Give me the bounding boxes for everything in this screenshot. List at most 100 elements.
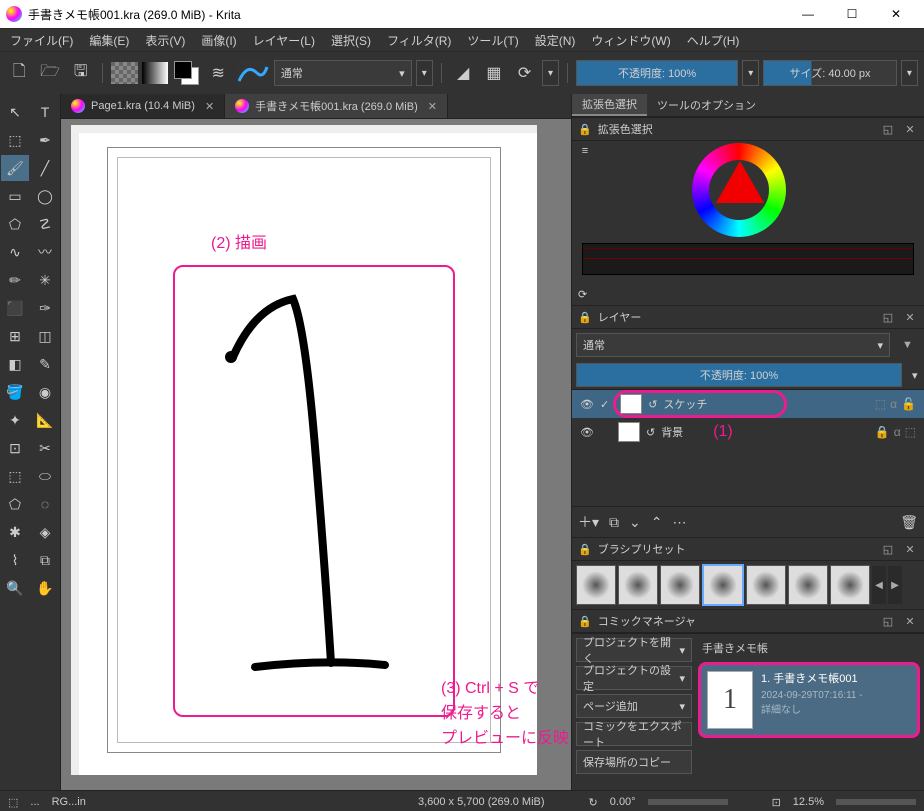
size-step-button[interactable]: ▾ (901, 60, 918, 86)
preset-5[interactable] (746, 565, 786, 605)
pan-tool[interactable]: ✋ (31, 575, 59, 601)
pattern-swatch[interactable] (111, 62, 138, 84)
visibility-icon[interactable]: 👁 (580, 426, 594, 439)
lock-icon[interactable]: 🔒 (875, 425, 890, 439)
status-zoom[interactable]: 12.5% (793, 796, 824, 808)
dock-tab-tool-options[interactable]: ツールのオプション (647, 94, 766, 116)
multibrush-tool[interactable]: ✳ (31, 267, 59, 293)
layer-opacity-slider[interactable]: 不透明度: 100% (576, 363, 902, 387)
bezier-tool[interactable]: ∿ (1, 239, 29, 265)
close-tab-icon[interactable]: ✕ (428, 100, 437, 113)
crop-tool[interactable]: ⬚ (1, 127, 29, 153)
comic-page-card[interactable]: 1 1. 手書きメモ帳001 2024-09-29T07:16:11 - 詳細な… (698, 662, 920, 738)
blend-mode-select[interactable]: 通常▾ (274, 60, 412, 86)
float-icon[interactable]: ◱ (880, 309, 896, 325)
lock-icon[interactable]: 🔒 (578, 123, 592, 136)
menu-select[interactable]: 選択(S) (325, 30, 377, 51)
rect-select-tool[interactable]: ⬚ (1, 463, 29, 489)
alpha-inherit-icon[interactable]: ⬚ (875, 397, 886, 411)
menu-help[interactable]: ヘルプ(H) (681, 30, 746, 51)
rotate-icon[interactable]: ↻ (589, 796, 598, 809)
color-history[interactable] (582, 243, 914, 275)
comic-copy-button[interactable]: 保存場所のコピー (576, 750, 692, 774)
add-layer-button[interactable]: ＋▾ (578, 512, 599, 532)
comic-open-button[interactable]: プロジェクトを開く▾ (576, 638, 692, 662)
comic-addpage-button[interactable]: ページ追加▾ (576, 694, 692, 718)
freehand-tool[interactable]: ✒ (31, 127, 59, 153)
menu-window[interactable]: ウィンドウ(W) (585, 30, 676, 51)
transform-tool[interactable]: T (31, 99, 59, 125)
fill-tool[interactable]: 🪣 (1, 379, 29, 405)
measure-tool[interactable]: 📐 (31, 407, 59, 433)
gradient-tool[interactable]: ◧ (1, 351, 29, 377)
polyline-tool[interactable]: ☡ (31, 211, 59, 237)
alpha-lock-icon[interactable]: α (894, 425, 901, 439)
ellipse-select-tool[interactable]: ⬭ (31, 463, 59, 489)
close-button[interactable]: ✕ (874, 0, 918, 28)
status-angle[interactable]: 0.00° (610, 796, 636, 808)
move-up-button[interactable]: ⌃ (651, 514, 663, 531)
smart-fill-tool[interactable]: ◉ (31, 379, 59, 405)
tab-page1[interactable]: Page1.kra (10.4 MiB) ✕ (61, 94, 225, 118)
alpha-lock-toggle[interactable]: ▦ (481, 59, 508, 87)
comic-export-button[interactable]: コミックをエクスポート (576, 722, 692, 746)
lock-icon[interactable]: 🔒 (578, 543, 592, 556)
poly-select-tool[interactable]: ⬠ (1, 491, 29, 517)
edit-shapes-tool[interactable]: ⬛ (1, 295, 29, 321)
bezier-select-tool[interactable]: ⌇ (1, 547, 29, 573)
brush-preview[interactable] (236, 59, 270, 87)
lock-icon[interactable]: 🔒 (578, 615, 592, 628)
properties-button[interactable]: ⋯ (673, 514, 687, 531)
eraser-toggle[interactable]: ◢ (450, 59, 477, 87)
preset-next-button[interactable]: ▶ (888, 566, 902, 604)
lasso-tool[interactable]: ◌ (31, 491, 59, 517)
rect-tool[interactable]: ▭ (1, 183, 29, 209)
canvas-viewport[interactable]: (2) 描画 (3) Ctrl + S で 保存すると プレビューに反映されまし… (61, 119, 571, 790)
save-button[interactable]: 🖫 (67, 59, 94, 87)
menu-image[interactable]: 画像(I) (195, 30, 242, 51)
preset-6[interactable] (788, 565, 828, 605)
layer-row-bg[interactable]: 👁 ↺ 背景 (1) 🔒α⬚ (572, 418, 924, 446)
menu-file[interactable]: ファイル(F) (4, 30, 79, 51)
pattern-edit-tool[interactable]: ◫ (31, 323, 59, 349)
opacity-step-button[interactable]: ▾ (906, 369, 924, 382)
color-selector[interactable]: ≡ (572, 141, 924, 283)
preset-7[interactable] (830, 565, 870, 605)
brush-settings-icon[interactable]: ≋ (205, 59, 232, 87)
maximize-button[interactable]: ☐ (830, 0, 874, 28)
layer-row-sketch[interactable]: 👁 ✓ ↺ スケッチ ⬚α🔓 (572, 390, 924, 418)
float-icon[interactable]: ◱ (880, 613, 896, 629)
blend-favorites-button[interactable]: ▾ (416, 60, 433, 86)
reload-preset-button[interactable]: ⟳ (511, 59, 538, 87)
preset-prev-button[interactable]: ◀ (872, 566, 886, 604)
menu-tools[interactable]: ツール(T) (461, 30, 524, 51)
preset-4[interactable] (702, 564, 744, 606)
contiguous-select-tool[interactable]: ✱ (1, 519, 29, 545)
close-tab-icon[interactable]: ✕ (205, 100, 214, 113)
layer-blend-select[interactable]: 通常▾ (576, 333, 890, 357)
freehand-path-tool[interactable]: 〰 (31, 239, 59, 265)
opacity-step-button[interactable]: ▾ (742, 60, 759, 86)
mirror-h-button[interactable]: ▾ (542, 60, 559, 86)
status-selection-icon[interactable]: ⬚ (8, 796, 18, 809)
minimize-button[interactable]: — (786, 0, 830, 28)
zoom-fit-icon[interactable]: ⊡ (772, 796, 781, 809)
float-icon[interactable]: ◱ (880, 541, 896, 557)
ellipse-tool[interactable]: ◯ (31, 183, 59, 209)
preset-1[interactable] (576, 565, 616, 605)
brush-size-slider[interactable]: サイズ: 40.00 px (763, 60, 896, 86)
new-file-button[interactable]: 🗋 (6, 59, 33, 87)
menu-edit[interactable]: 編集(E) (83, 30, 135, 51)
reference-tool[interactable]: ⊡ (1, 435, 29, 461)
visibility-icon[interactable]: 👁 (580, 398, 594, 411)
close-icon[interactable]: ✕ (902, 541, 918, 557)
calligraphy-tool[interactable]: ✑ (31, 295, 59, 321)
zoom-slider[interactable] (836, 799, 916, 805)
angle-slider[interactable] (648, 799, 728, 805)
move-down-button[interactable]: ⌄ (629, 514, 641, 531)
menu-view[interactable]: 表示(V) (139, 30, 191, 51)
menu-layer[interactable]: レイヤー(L) (247, 30, 321, 51)
menu-filter[interactable]: フィルタ(R) (381, 30, 457, 51)
refresh-icon[interactable]: ⟳ (578, 288, 587, 301)
preset-2[interactable] (618, 565, 658, 605)
